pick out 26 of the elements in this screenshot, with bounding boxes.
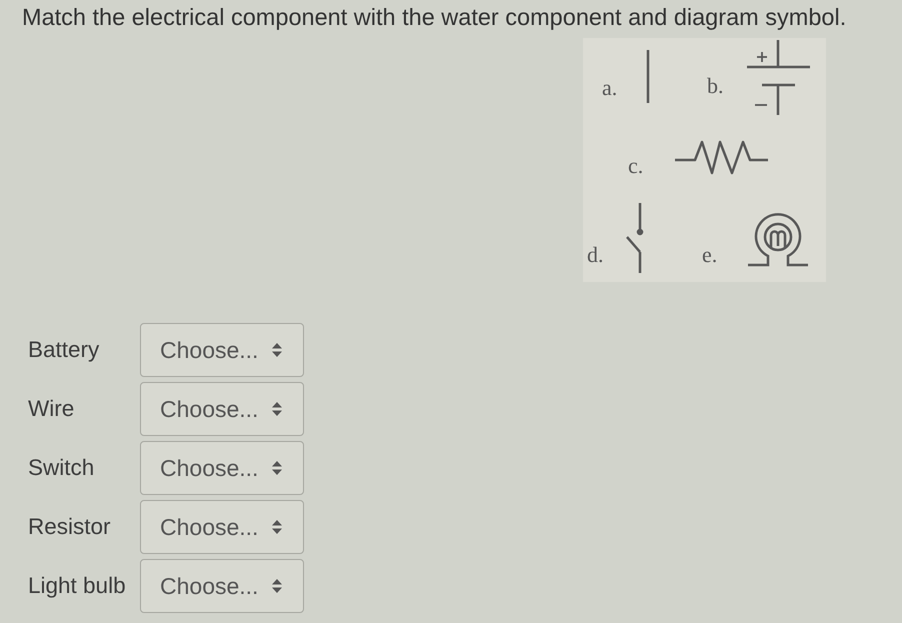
component-label: Battery [28, 337, 100, 363]
switch-icon [626, 203, 644, 273]
updown-caret-icon [272, 519, 282, 535]
component-label: Light bulb [28, 573, 127, 599]
instruction-text: Match the electrical component with the water component and diagram symbol. [22, 4, 848, 30]
resistor-icon [675, 140, 768, 174]
updown-caret-icon [272, 578, 282, 594]
symbol-letter: a. [602, 75, 618, 100]
updown-caret-icon [272, 401, 282, 417]
component-label: Wire [28, 396, 76, 422]
dropdown[interactable]: Choose... [140, 559, 304, 613]
dropdown[interactable]: Choose... [140, 500, 304, 554]
symbol-letter: e. [702, 242, 718, 267]
updown-caret-icon [272, 342, 282, 358]
dropdown[interactable]: Choose... [140, 323, 304, 377]
dropdown[interactable]: Choose... [140, 382, 304, 436]
component-label: Resistor [28, 514, 112, 540]
lamp-icon [748, 213, 808, 266]
symbol-letter: d. [587, 242, 604, 267]
dropdown[interactable]: Choose... [140, 441, 304, 495]
symbol-letter: b. [707, 73, 724, 98]
symbol-letter: c. [628, 153, 644, 178]
updown-caret-icon [272, 460, 282, 476]
wire-icon [646, 50, 650, 103]
component-label: Switch [28, 455, 96, 481]
battery-icon [747, 40, 810, 115]
